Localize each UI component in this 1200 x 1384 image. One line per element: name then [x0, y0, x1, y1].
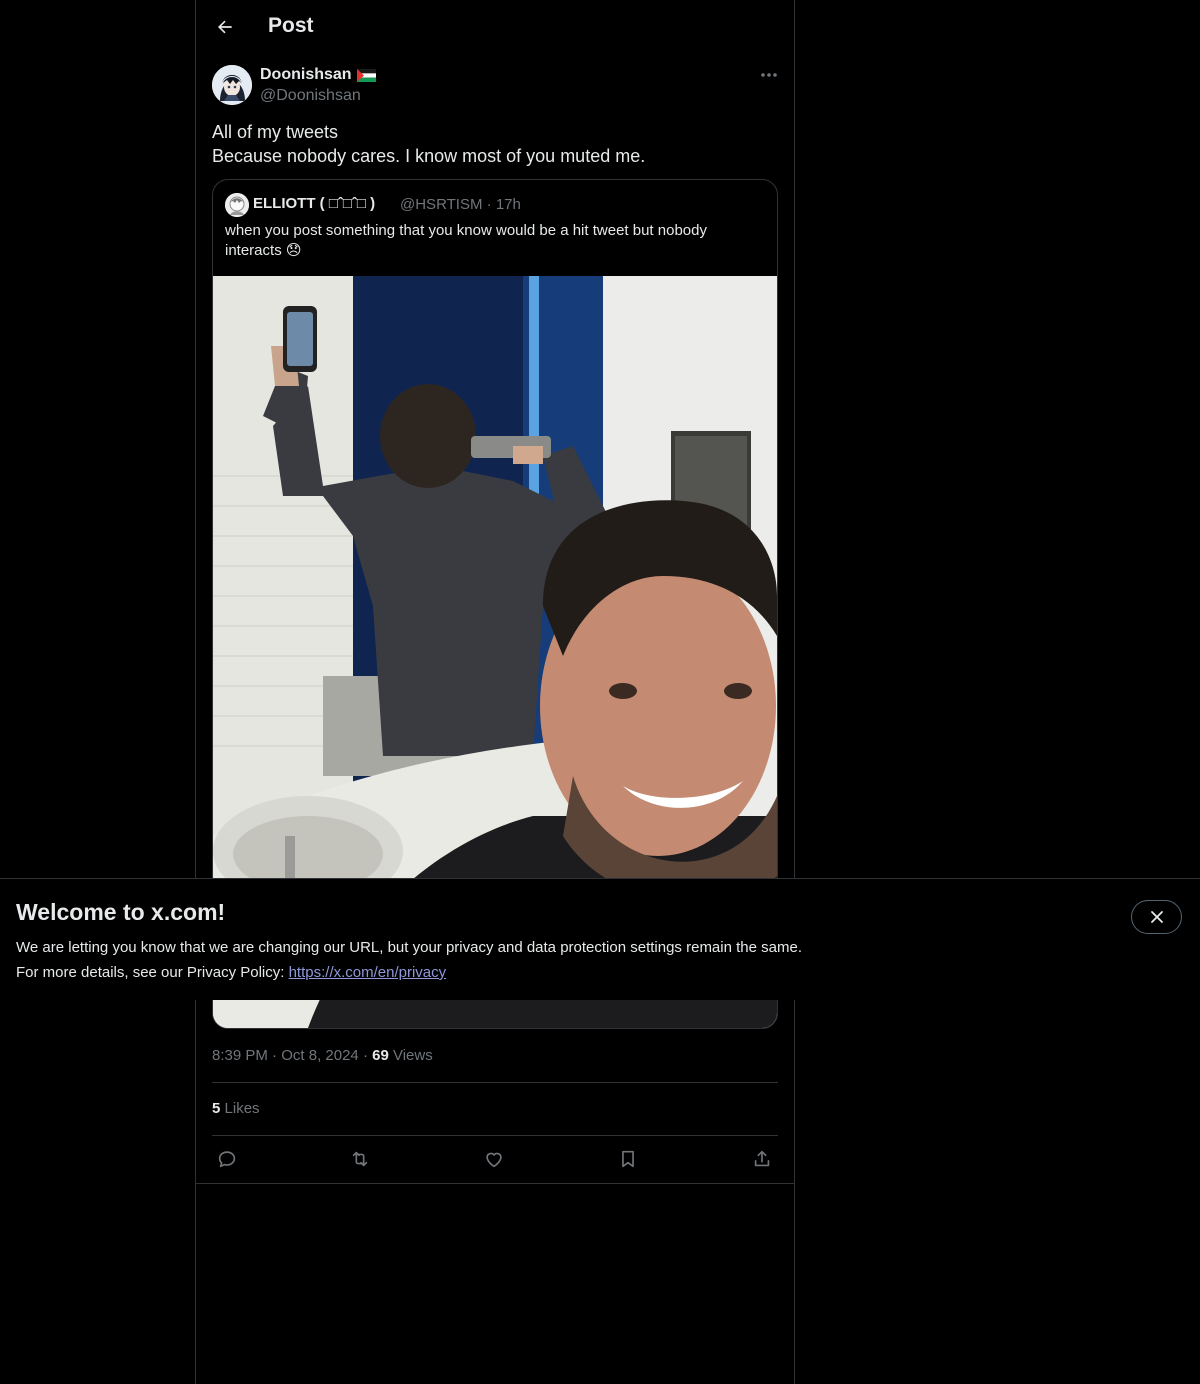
likes-label: Likes [224, 1100, 260, 1117]
likes-stat[interactable]: 5 Likes [212, 1100, 260, 1117]
reply-icon [218, 1151, 236, 1168]
more-button[interactable] [756, 64, 782, 86]
bookmark-button[interactable] [615, 1146, 641, 1172]
tweet-text: All of my tweets Because nobody cares. I… [212, 120, 778, 168]
banner-line-prefix: For more details, see our Privacy Policy… [16, 964, 289, 981]
quote-text: when you post something that you know wo… [225, 221, 765, 261]
views-label: Views [392, 1047, 433, 1064]
url-change-banner: Welcome to x.com! We are letting you kno… [0, 878, 1200, 1000]
avatar[interactable] [212, 65, 252, 105]
back-button[interactable] [208, 10, 242, 44]
reply-button[interactable] [214, 1146, 240, 1172]
views-count: 69 [372, 1047, 389, 1064]
share-button[interactable] [749, 1146, 775, 1172]
banner-body: We are letting you know that we are chan… [16, 935, 802, 985]
repost-button[interactable] [347, 1146, 373, 1172]
repost-icon [352, 1151, 368, 1167]
separator-dot: · [486, 196, 496, 213]
quote-time: 17h [495, 196, 521, 213]
divider [212, 1082, 778, 1083]
separator-dot: · [272, 1047, 282, 1064]
tweet-text-line: Because nobody cares. I know most of you… [212, 146, 646, 166]
likes-count: 5 [212, 1100, 221, 1117]
author-handle[interactable]: @Doonishsan [260, 87, 361, 105]
page-title: Post [268, 14, 314, 37]
action-bar [212, 1146, 778, 1172]
divider [196, 1183, 794, 1184]
quote-avatar [225, 193, 249, 217]
author-name-text: Doonishsan [260, 66, 352, 83]
author-name[interactable]: Doonishsan [260, 66, 376, 84]
main-column: Post Doonishsan @Doonishsan All of my tw… [195, 0, 795, 1384]
arrow-left-icon [217, 20, 232, 34]
heart-icon [486, 1152, 502, 1168]
disappointed-face-emoji: 😞 [285, 242, 302, 259]
banner-line: For more details, see our Privacy Policy… [16, 960, 802, 985]
ellipsis-icon [761, 73, 777, 77]
like-button[interactable] [481, 1146, 507, 1172]
tweet-meta: 8:39 PM · Oct 8, 2024 · 69 Views [212, 1047, 433, 1064]
quote-author-name: ELLIOTT ( □ˆ□ˆ□ ) [253, 195, 376, 212]
quote-meta: @HSRTISM · 17h [400, 196, 521, 213]
quote-handle: @HSRTISM [400, 196, 483, 213]
privacy-policy-link[interactable]: https://x.com/en/privacy [289, 964, 447, 981]
close-banner-button[interactable] [1131, 900, 1182, 934]
close-icon [1150, 911, 1163, 923]
divider [212, 1135, 778, 1136]
tweet-text-line: All of my tweets [212, 122, 339, 142]
share-icon [754, 1150, 770, 1167]
flag-icon [356, 68, 376, 82]
bookmark-icon [622, 1150, 634, 1168]
separator-dot: · [362, 1047, 373, 1064]
tweet-time[interactable]: 8:39 PM [212, 1047, 268, 1064]
tweet-date[interactable]: Oct 8, 2024 [281, 1047, 359, 1064]
banner-line: We are letting you know that we are chan… [16, 939, 802, 956]
top-bar: Post [196, 0, 794, 54]
banner-title: Welcome to x.com! [16, 899, 226, 925]
